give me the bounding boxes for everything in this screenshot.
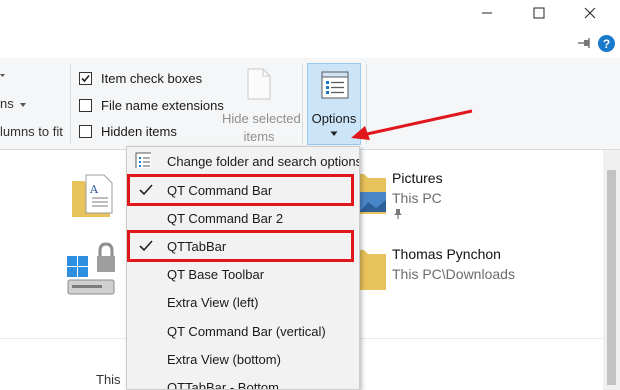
item-name[interactable]: Thomas Pynchon (392, 246, 501, 262)
title-bar: ? (0, 0, 620, 58)
file-name-extensions-checkbox[interactable] (79, 98, 92, 112)
document-file-icon: A (70, 173, 116, 222)
help-icon: ? (602, 36, 611, 51)
options-icon (321, 71, 349, 99)
menu-item-label: QT Command Bar 2 (167, 210, 284, 226)
maximize-button[interactable] (515, 0, 563, 26)
hidden-items-label: Hidden items (101, 123, 177, 139)
chevron-down-icon (20, 102, 27, 107)
item-check-boxes-checkbox[interactable] (79, 71, 92, 85)
chevron-down-icon (330, 131, 338, 136)
menu-item-label: Change folder and search options (167, 153, 360, 169)
menu-item-qt-command-bar-vertical[interactable]: QT Command Bar (vertical) (127, 317, 359, 345)
item-name[interactable]: Pictures (392, 170, 443, 186)
ribbon-divider (70, 64, 71, 144)
partial-group-item[interactable]: ns (0, 96, 27, 111)
svg-text:A: A (89, 183, 99, 196)
scrollbar-thumb[interactable] (607, 170, 616, 385)
size-columns-to-fit[interactable]: lumns to fit (0, 124, 63, 139)
item-check-boxes-option[interactable]: Item check boxes (79, 69, 202, 87)
item-location: This PC\Downloads (392, 266, 515, 282)
hide-selected-icon (246, 68, 272, 103)
menu-item-qt-command-bar-2[interactable]: QT Command Bar 2 (127, 204, 359, 232)
close-button[interactable] (566, 0, 614, 26)
hidden-items-option[interactable]: Hidden items (79, 122, 177, 140)
highlight-box-qttabbar (127, 230, 354, 262)
partial-dropdown-icon (0, 74, 5, 77)
pin-icon (394, 209, 402, 219)
item-check-boxes-label: Item check boxes (101, 70, 203, 86)
menu-item-label: Extra View (bottom) (167, 351, 281, 367)
menu-item-label: QTTabBar - Bottom (167, 379, 279, 390)
maximize-icon (533, 7, 545, 19)
folder-options-icon (135, 152, 151, 168)
menu-item-extra-view-bottom[interactable]: Extra View (bottom) (127, 345, 359, 373)
locked-drive-icon (62, 242, 122, 299)
menu-item-extra-view-left[interactable]: Extra View (left) (127, 288, 359, 316)
pin-ribbon-button[interactable] (577, 37, 593, 49)
close-icon (584, 7, 596, 19)
help-button[interactable]: ? (598, 35, 615, 52)
menu-item-qttabbar-bottom[interactable]: QTTabBar - Bottom (127, 373, 359, 390)
menu-item-qt-base-toolbar[interactable]: QT Base Toolbar (127, 260, 359, 288)
highlight-box-qt-command-bar (127, 174, 354, 206)
pin-ribbon-icon (578, 38, 590, 48)
menu-item-label: Extra View (left) (167, 294, 259, 310)
minimize-button[interactable] (463, 0, 511, 26)
item-location: This PC (392, 190, 442, 206)
menu-item-label: QT Base Toolbar (167, 266, 265, 282)
hide-selected-items-button[interactable]: Hide selected (222, 111, 301, 126)
file-name-extensions-label: File name extensions (101, 97, 224, 113)
section-text: This (96, 372, 121, 387)
minimize-icon (482, 12, 492, 14)
ribbon-divider (302, 64, 303, 144)
hidden-items-checkbox[interactable] (79, 124, 92, 138)
menu-item-change-folder-options[interactable]: Change folder and search options (127, 147, 359, 175)
hide-selected-items-label: items (243, 129, 275, 144)
file-name-extensions-option[interactable]: File name extensions (79, 96, 224, 114)
menu-item-label: QT Command Bar (vertical) (167, 323, 326, 339)
check-icon (81, 74, 90, 82)
annotation-arrow (351, 109, 473, 140)
